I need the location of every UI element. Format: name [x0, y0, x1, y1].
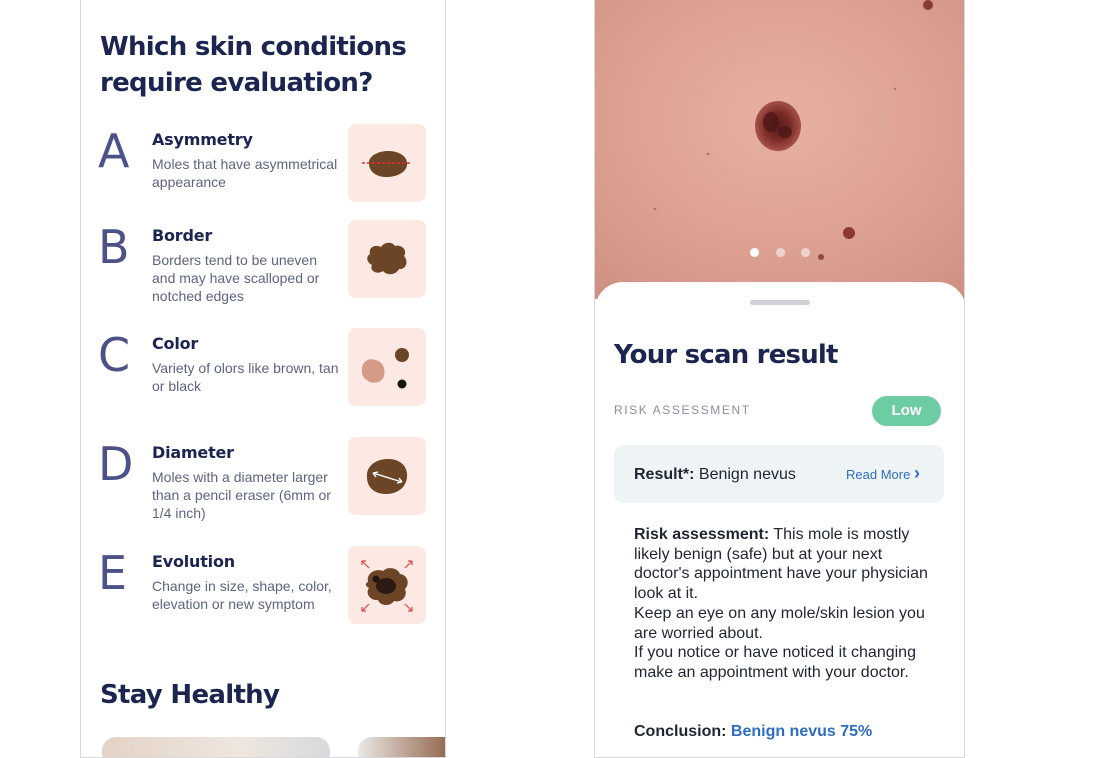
scan-result-screen: Your scan result RISK ASSESSMENT Low Res…: [594, 0, 965, 758]
abcde-description: Change in size, shape, color, elevation …: [152, 578, 332, 612]
abcde-heading: Diameter: [152, 443, 234, 462]
notice-paragraph: If you notice or have noticed it changin…: [634, 644, 916, 681]
result-summary-row[interactable]: Result*: Benign nevus Read More ›: [614, 445, 944, 503]
abcde-heading: Border: [152, 226, 213, 245]
evolving-mole-icon: [348, 546, 426, 624]
abcde-letter: C: [98, 328, 131, 382]
result-key: Result*:: [634, 466, 695, 483]
health-card-thumbnail[interactable]: [102, 737, 330, 757]
risk-assessment-text: Risk assessment: This mole is mostly lik…: [634, 525, 934, 683]
abcde-description: Variety of olors like brown, tan or blac…: [152, 360, 339, 394]
keep-eye-paragraph: Keep an eye on any mole/skin lesion you …: [634, 604, 925, 642]
abcde-info-screen: Which skin conditions require evaluation…: [80, 0, 446, 758]
abcde-heading: Evolution: [152, 552, 235, 571]
conclusion-value: Benign nevus 75%: [730, 723, 873, 740]
abcde-letter: E: [98, 546, 128, 600]
multi-color-moles-icon: [348, 328, 426, 406]
abcde-description: Borders tend to be uneven and may have s…: [152, 252, 320, 304]
asymmetric-mole-icon: [348, 124, 426, 202]
abcde-heading: Color: [152, 334, 199, 353]
carousel-dot[interactable]: [776, 248, 785, 257]
abcde-letter: B: [98, 220, 130, 274]
conclusion-label: Conclusion:: [634, 723, 727, 740]
carousel-dot-active[interactable]: [750, 248, 759, 257]
risk-assessment-label: RISK ASSESSMENT: [614, 403, 751, 417]
risk-level-badge: Low: [872, 396, 941, 426]
diameter-mole-icon: [348, 437, 426, 515]
assessment-label: Risk assessment:: [634, 526, 770, 543]
read-more-link[interactable]: Read More: [846, 467, 910, 482]
conclusion-row: Conclusion: Benign nevus 75%: [634, 723, 872, 741]
abcde-description: Moles that have asymmetrical appearance: [152, 156, 338, 190]
abcde-heading: Asymmetry: [152, 130, 253, 149]
assessment-paragraph: Risk assessment: This mole is mostly lik…: [634, 525, 934, 604]
scan-result-sheet: Your scan result RISK ASSESSMENT Low Res…: [595, 282, 964, 757]
chevron-right-icon[interactable]: ›: [914, 463, 920, 484]
result-value: Benign nevus: [698, 466, 796, 483]
result-label: Result*: Benign nevus: [634, 466, 796, 484]
irregular-border-mole-icon: [348, 220, 426, 298]
abcde-description: Moles with a diameter larger than a penc…: [152, 469, 331, 521]
page-title: Which skin conditions require evaluation…: [100, 32, 407, 98]
abcde-letter: D: [98, 437, 134, 491]
section-title: Stay Healthy: [100, 680, 280, 710]
abcde-letter: A: [98, 124, 130, 178]
sheet-drag-handle[interactable]: [750, 300, 810, 305]
carousel-dot[interactable]: [801, 248, 810, 257]
health-card-thumbnail[interactable]: [358, 737, 445, 757]
result-title: Your scan result: [614, 340, 838, 370]
